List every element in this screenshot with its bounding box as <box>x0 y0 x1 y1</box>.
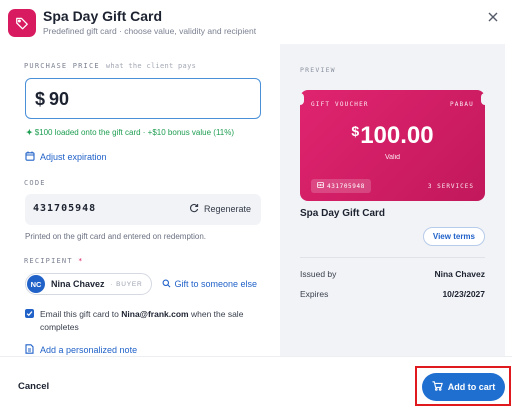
code-note: Printed on the gift card and entered on … <box>25 232 207 241</box>
preview-panel: PREVIEW GIFT VOUCHER PABAU $100.00 Valid… <box>280 44 505 356</box>
adjust-expiration-link[interactable]: Adjust expiration <box>25 151 107 163</box>
card-code: 431705948 <box>311 179 371 193</box>
recipient-role: · BUYER <box>110 280 143 288</box>
sparkle-icon: ✦ <box>26 128 33 137</box>
card-notch-right <box>481 93 489 105</box>
regenerate-button[interactable]: Regenerate <box>189 203 251 215</box>
gift-to-someone-else-link[interactable]: Gift to someone else <box>162 279 257 290</box>
email-option-text: Email this gift card to Nina@frank.com w… <box>40 309 244 332</box>
issued-by-row: Issued by Nina Chavez <box>300 269 485 279</box>
gift-card-preview: GIFT VOUCHER PABAU $100.00 Valid 4317059… <box>300 90 485 201</box>
add-note-link[interactable]: Add a personalized note <box>25 344 137 356</box>
code-field: 431705948 Regenerate <box>25 194 261 225</box>
avatar: NC <box>27 275 45 293</box>
recipient-row: NC Nina Chavez · BUYER Gift to someone e… <box>25 273 257 295</box>
card-name: Spa Day Gift Card <box>300 208 386 219</box>
search-icon <box>162 279 171 290</box>
preview-label: PREVIEW <box>300 66 336 74</box>
code-value: 431705948 <box>33 203 97 214</box>
barcode-icon <box>317 182 324 190</box>
purchase-price-label: PURCHASE PRICE what the client pays <box>24 62 197 70</box>
tag-icon <box>8 9 36 37</box>
card-value: $100.00 <box>351 122 434 149</box>
card-brand: PABAU <box>449 101 474 108</box>
card-valid: Valid <box>384 154 401 161</box>
recipient-chip[interactable]: NC Nina Chavez · BUYER <box>25 273 152 295</box>
email-address: Nina@frank.com <box>121 309 189 319</box>
recipient-name: Nina Chavez <box>51 279 105 289</box>
dialog-header: Spa Day Gift Card Predefined gift card ·… <box>0 0 512 44</box>
card-notch-left <box>296 93 304 105</box>
email-option: Email this gift card to Nina@frank.com w… <box>25 308 265 334</box>
recipient-label: RECIPIENT * <box>24 257 84 265</box>
code-label: CODE <box>24 179 46 187</box>
card-services: 3 SERVICES <box>427 183 474 190</box>
divider <box>300 257 485 258</box>
dialog-subtitle: Predefined gift card · choose value, val… <box>43 26 257 36</box>
cart-icon <box>432 381 443 393</box>
footer-divider <box>0 356 512 357</box>
bonus-info: ✦ $100 loaded onto the gift card · +$10 b… <box>26 128 235 137</box>
email-checkbox[interactable] <box>25 309 34 318</box>
note-icon <box>25 344 34 356</box>
currency-symbol: $ <box>35 89 46 109</box>
add-to-cart-button[interactable]: Add to cart <box>422 373 505 401</box>
cancel-button[interactable]: Cancel <box>18 381 49 392</box>
purchase-price-input[interactable]: $ 90 <box>25 78 261 119</box>
dialog-title: Spa Day Gift Card <box>43 8 163 24</box>
expires-row: Expires 10/23/2027 <box>300 289 485 299</box>
refresh-icon <box>189 203 199 215</box>
price-value: 90 <box>49 89 70 109</box>
purchase-price-hint: what the client pays <box>105 62 197 70</box>
calendar-icon <box>25 151 35 163</box>
card-type-label: GIFT VOUCHER <box>311 101 369 108</box>
close-icon[interactable] <box>486 10 500 24</box>
view-terms-button[interactable]: View terms <box>422 227 485 246</box>
